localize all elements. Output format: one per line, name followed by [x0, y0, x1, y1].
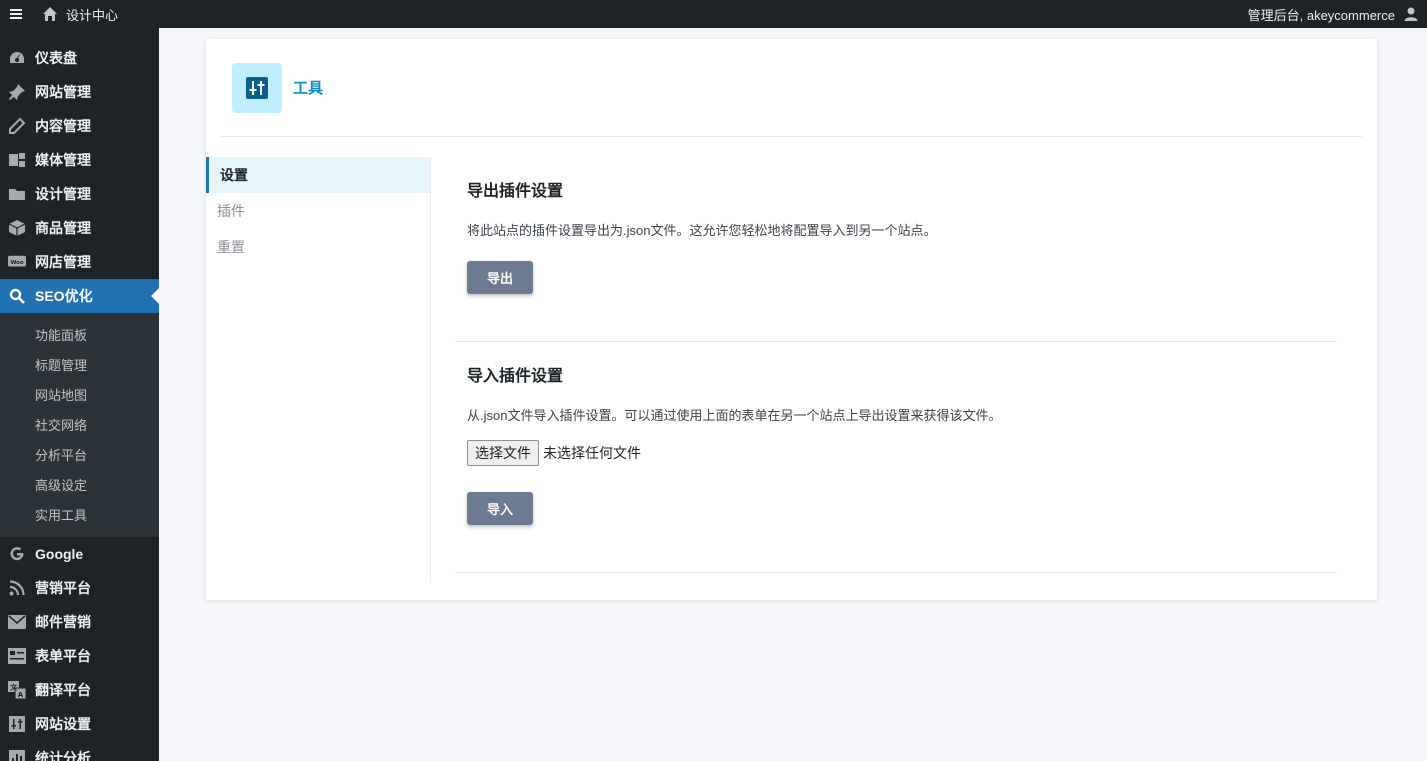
sidebar-item-shop[interactable]: Woo 网店管理	[0, 245, 159, 279]
submenu-item-analytics[interactable]: 分析平台	[0, 439, 159, 469]
media-icon	[8, 151, 26, 169]
tools-icon	[232, 62, 282, 113]
choose-file-button[interactable]: 选择文件	[467, 440, 539, 466]
sidebar-item-label: Google	[35, 546, 84, 562]
admin-sidebar: 仪表盘 网站管理 内容管理 媒体管理 设计管理 商品管理 Woo 网店管理 SE…	[0, 28, 159, 761]
pin-icon	[8, 83, 26, 101]
submenu-item-social[interactable]: 社交网络	[0, 409, 159, 439]
file-status: 未选择任何文件	[543, 445, 641, 461]
admin-topbar: 设计中心 管理后台, akeycommerce	[0, 0, 1427, 28]
tab-plugins[interactable]: 插件	[206, 193, 430, 229]
sidebar-item-label: 翻译平台	[35, 682, 91, 698]
tab-content: 导出插件设置 将此站点的插件设置导出为.json文件。这允许您轻松地将配置导入到…	[455, 157, 1337, 573]
sidebar-item-design[interactable]: 设计管理	[0, 177, 159, 211]
box-icon	[8, 219, 26, 237]
submenu-item-titles[interactable]: 标题管理	[0, 349, 159, 379]
sidebar-item-label: 设计管理	[35, 186, 91, 202]
import-description: 从.json文件导入插件设置。可以通过使用上面的表单在另一个站点上导出设置来获得…	[467, 408, 1002, 423]
sidebar-item-email[interactable]: 邮件营销	[0, 605, 159, 639]
submenu-item-sitemap[interactable]: 网站地图	[0, 379, 159, 409]
settings-icon	[8, 715, 26, 733]
svg-text:A: A	[18, 691, 24, 699]
sidebar-item-translate[interactable]: 文A 翻译平台	[0, 673, 159, 707]
import-section: 导入插件设置 从.json文件导入插件设置。可以通过使用上面的表单在另一个站点上…	[455, 342, 1337, 573]
sidebar-item-stats[interactable]: 统计分析	[0, 741, 159, 761]
sidebar-item-label: 统计分析	[35, 750, 91, 761]
greeting-text: 管理后台, akeycommerce	[1247, 7, 1395, 23]
sidebar-item-products[interactable]: 商品管理	[0, 211, 159, 245]
sidebar-item-google[interactable]: Google	[0, 537, 159, 571]
file-input: 选择文件 未选择任何文件	[467, 440, 1325, 466]
folder-icon	[8, 185, 26, 203]
import-button[interactable]: 导入	[467, 492, 533, 525]
submenu-item-advanced[interactable]: 高级设定	[0, 469, 159, 499]
woo-icon: Woo	[8, 253, 26, 271]
sidebar-item-label: 表单平台	[35, 648, 91, 664]
sidebar-item-seo[interactable]: SEO优化	[0, 279, 159, 313]
card-header: 工具	[221, 39, 1362, 137]
sidebar-item-label: 仪表盘	[35, 50, 77, 66]
tools-card: 工具 设置 插件 重置 导出插件设置 将此站点的插件设置导出为.json文件。这…	[206, 39, 1377, 600]
translate-icon: 文A	[8, 681, 26, 699]
pencil-icon	[8, 117, 26, 135]
user-avatar-icon	[1404, 7, 1418, 21]
submenu-item-dashboard[interactable]: 功能面板	[0, 319, 159, 349]
sidebar-item-marketing[interactable]: 营销平台	[0, 571, 159, 605]
home-icon	[43, 7, 57, 21]
search-icon	[8, 287, 26, 305]
export-description: 将此站点的插件设置导出为.json文件。这允许您轻松地将配置导入到另一个站点。	[467, 223, 937, 238]
sidebar-item-label: 网站设置	[35, 716, 91, 732]
dashboard-icon	[8, 49, 26, 67]
google-icon	[8, 545, 26, 563]
seo-submenu: 功能面板 标题管理 网站地图 社交网络 分析平台 高级设定 实用工具	[0, 313, 159, 537]
site-name: 设计中心	[66, 7, 119, 23]
sidebar-item-label: 网站管理	[35, 84, 91, 100]
tab-settings[interactable]: 设置	[206, 157, 430, 193]
sidebar-item-label: 内容管理	[35, 118, 91, 134]
tab-reset[interactable]: 重置	[206, 229, 430, 265]
sidebar-item-label: SEO优化	[35, 288, 93, 304]
sidebar-item-site[interactable]: 网站管理	[0, 75, 159, 109]
site-home-link[interactable]: 设计中心	[32, 5, 118, 24]
sidebar-item-label: 网店管理	[35, 254, 91, 270]
export-button[interactable]: 导出	[467, 261, 533, 294]
form-icon	[8, 647, 26, 665]
menu-toggle-button[interactable]	[0, 0, 32, 28]
sidebar-item-settings[interactable]: 网站设置	[0, 707, 159, 741]
sidebar-item-label: 商品管理	[35, 220, 91, 236]
export-section: 导出插件设置 将此站点的插件设置导出为.json文件。这允许您轻松地将配置导入到…	[455, 157, 1337, 342]
hamburger-icon	[10, 9, 22, 19]
sidebar-item-label: 营销平台	[35, 580, 91, 596]
mail-icon	[8, 613, 26, 631]
page-title: 工具	[293, 80, 324, 97]
sidebar-item-content[interactable]: 内容管理	[0, 109, 159, 143]
sidebar-item-media[interactable]: 媒体管理	[0, 143, 159, 177]
account-menu[interactable]: 管理后台, akeycommerce	[1248, 5, 1427, 24]
sidebar-item-dashboard[interactable]: 仪表盘	[0, 41, 159, 75]
sidebar-item-forms[interactable]: 表单平台	[0, 639, 159, 673]
svg-text:Woo: Woo	[10, 260, 23, 266]
import-heading: 导入插件设置	[467, 368, 564, 385]
rss-icon	[8, 579, 26, 597]
export-heading: 导出插件设置	[467, 183, 564, 200]
sidebar-item-label: 邮件营销	[35, 614, 91, 630]
stats-icon	[8, 749, 26, 761]
tools-tabs: 设置 插件 重置	[206, 157, 431, 583]
submenu-item-tools[interactable]: 实用工具	[0, 499, 159, 529]
sidebar-item-label: 媒体管理	[35, 152, 91, 168]
